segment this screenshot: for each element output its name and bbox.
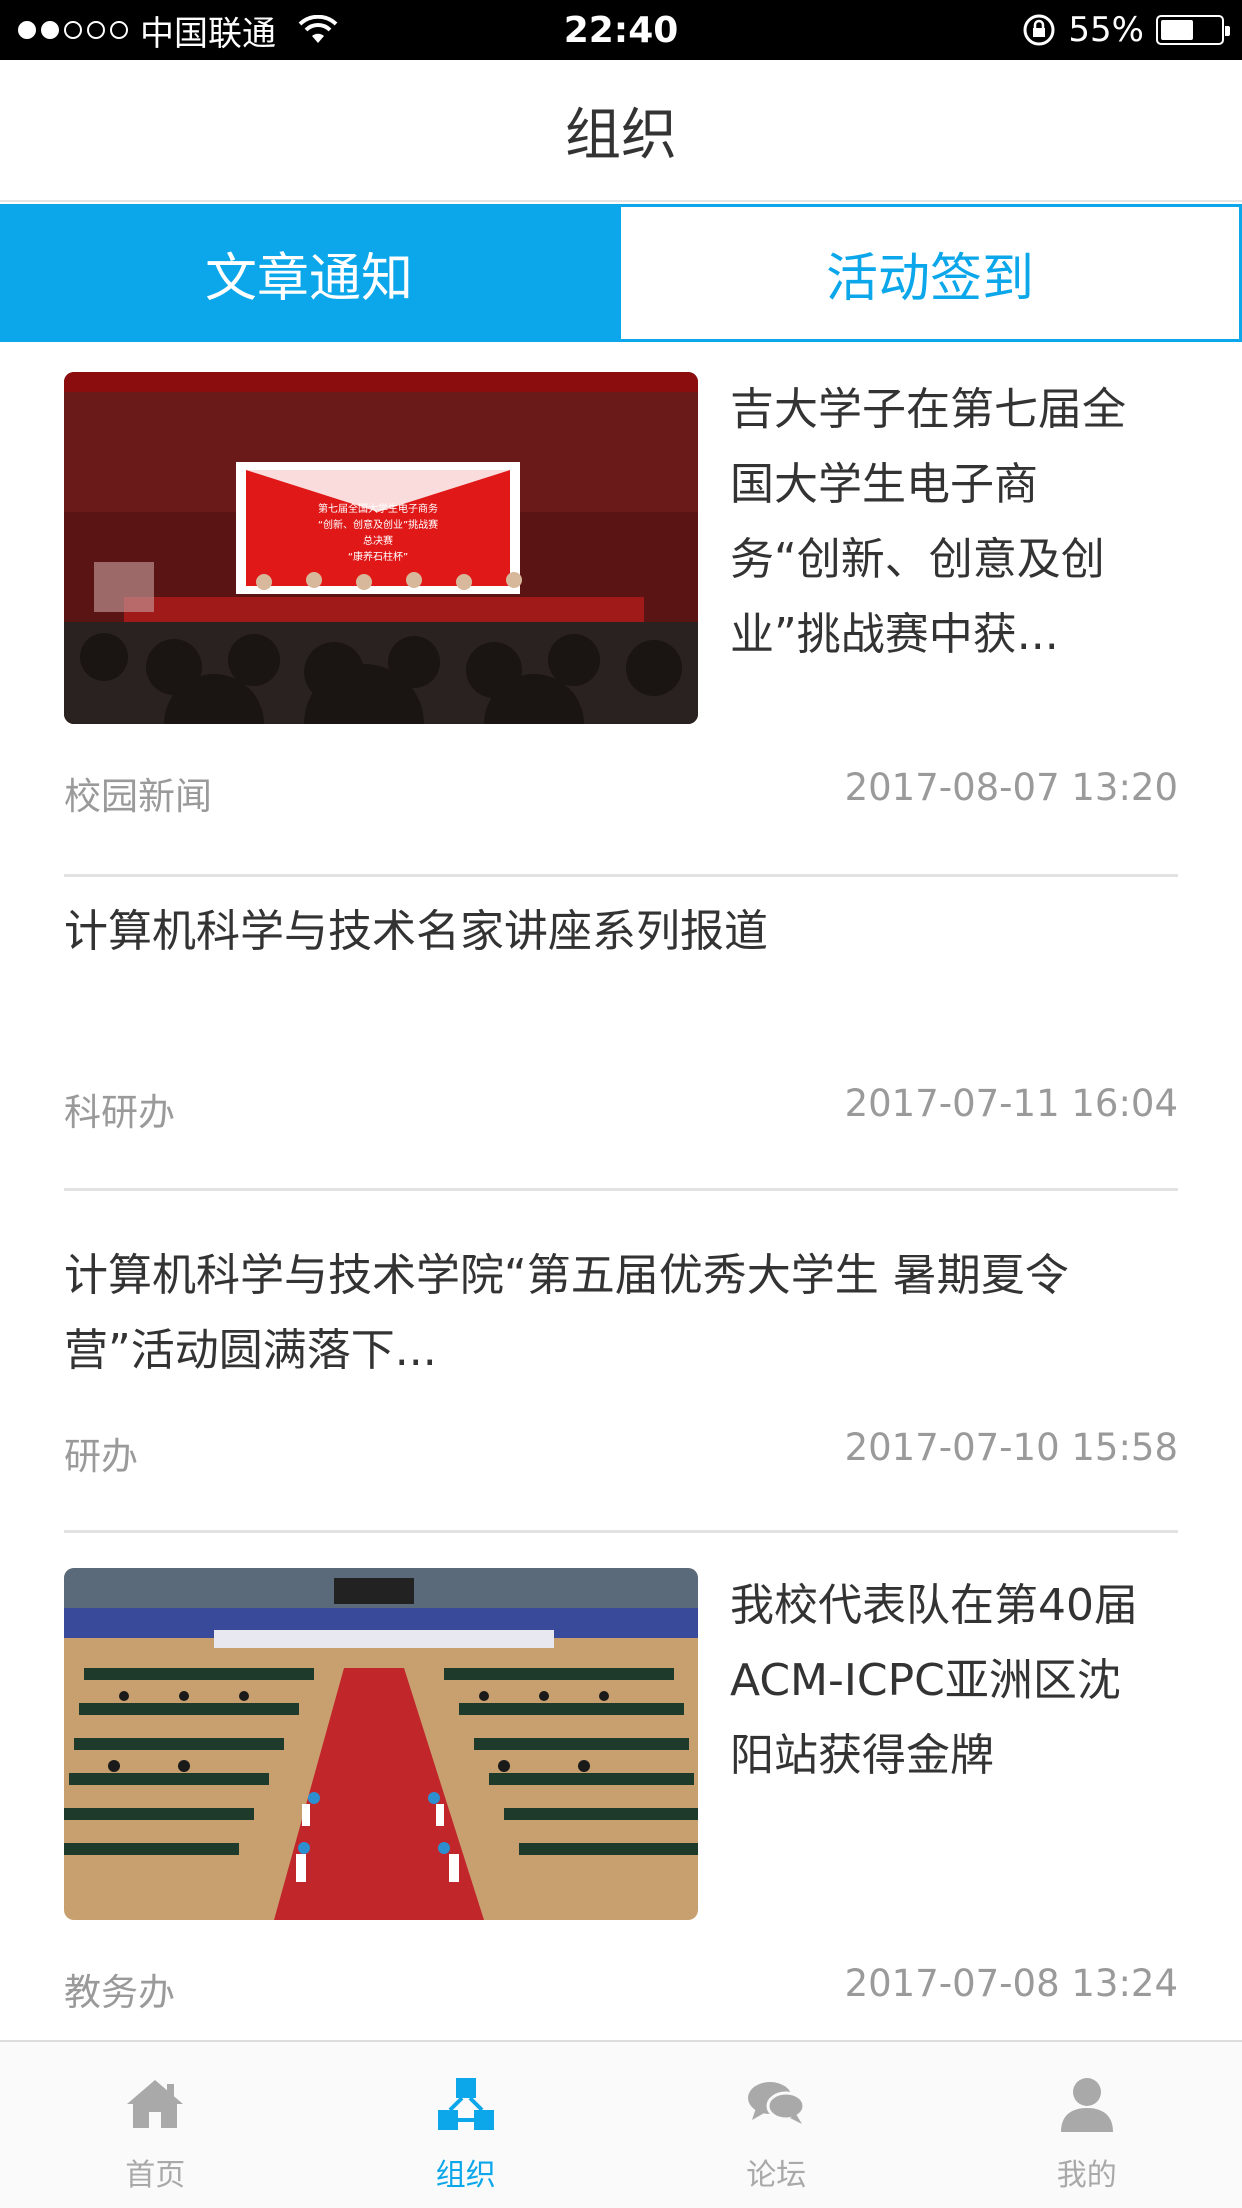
- article-title-line: 吉大学子在第七届全: [730, 384, 1126, 435]
- tab-activity-checkin[interactable]: 活动签到: [618, 204, 1242, 342]
- tabbar-item-forum[interactable]: 论坛: [621, 2042, 932, 2208]
- tabbar-label: 论坛: [746, 2158, 807, 2193]
- status-right: 55%: [1022, 0, 1230, 60]
- article-title-line: 我校代表队在第40届: [730, 1580, 1138, 1631]
- divider: [64, 874, 1178, 877]
- nav-header: 组织: [0, 60, 1242, 202]
- segmented-tabs: 文章通知 活动签到: [0, 204, 1242, 342]
- article-title-line: 营”活动圆满落下...: [64, 1325, 437, 1376]
- article-list[interactable]: 第七届全国大学生电子商务 “创新、创意及创业”挑战赛 总决赛 “康养石柱杯” 吉…: [0, 342, 1242, 2042]
- article-item[interactable]: 计算机科学与技术学院“第五届优秀大学生 暑期夏令 营”活动圆满落下... 研办 …: [64, 1230, 1178, 1533]
- article-date: 2017-07-11 16:04: [844, 1082, 1178, 1125]
- organization-icon: [437, 2078, 494, 2130]
- article-title-line: 国大学生电子商: [730, 459, 1038, 510]
- bottom-tab-bar: 首页 组织 论坛 我的: [0, 2040, 1242, 2208]
- article-source: 校园新闻: [64, 775, 212, 818]
- article-title: 计算机科学与技术学院“第五届优秀大学生 暑期夏令 营”活动圆满落下...: [64, 1238, 1178, 1388]
- tabbar-label: 首页: [125, 2158, 186, 2193]
- article-title-line: 计算机科学与技术名家讲座系列报道: [64, 906, 768, 957]
- article-date: 2017-07-08 13:24: [844, 1962, 1178, 2005]
- banner-line-3: 总决赛: [363, 534, 393, 547]
- chat-bubbles-icon: [748, 2082, 806, 2124]
- article-item[interactable]: 第七届全国大学生电子商务 “创新、创意及创业”挑战赛 总决赛 “康养石柱杯” 吉…: [64, 372, 1178, 877]
- user-icon: [1060, 2078, 1113, 2132]
- competition-hall-image: [64, 1568, 698, 1920]
- tabbar-item-home[interactable]: 首页: [0, 2042, 311, 2208]
- page-title: 组织: [565, 102, 677, 168]
- tab-article-notices[interactable]: 文章通知: [0, 204, 618, 342]
- article-title: 我校代表队在第40届 ACM-ICPC亚洲区沈 阳站获得金牌: [730, 1568, 1178, 1793]
- article-item[interactable]: 我校代表队在第40届 ACM-ICPC亚洲区沈 阳站获得金牌 教务办 2017-…: [64, 1568, 1178, 2042]
- article-item[interactable]: 计算机科学与技术名家讲座系列报道 科研办 2017-07-11 16:04: [64, 886, 1178, 1191]
- tabbar-item-organization[interactable]: 组织: [311, 2042, 622, 2208]
- article-title-line: ACM-ICPC亚洲区沈: [730, 1655, 1121, 1706]
- conference-hall-image: 第七届全国大学生电子商务 “创新、创意及创业”挑战赛 总决赛 “康养石柱杯”: [64, 372, 698, 724]
- article-meta: 科研办 2017-07-11 16:04: [64, 1082, 1178, 1136]
- tabbar-item-mine[interactable]: 我的: [932, 2042, 1242, 2208]
- article-title: 吉大学子在第七届全 国大学生电子商 务“创新、创意及创 业”挑战赛中获...: [730, 372, 1178, 672]
- article-meta: 研办 2017-07-10 15:58: [64, 1426, 1178, 1480]
- article-meta: 校园新闻 2017-08-07 13:20: [64, 766, 1178, 820]
- article-meta: 教务办 2017-07-08 13:24: [64, 1962, 1178, 2016]
- article-source: 研办: [64, 1435, 138, 1478]
- article-title-line: 计算机科学与技术学院“第五届优秀大学生 暑期夏令: [64, 1250, 1069, 1301]
- article-title-line: 业”挑战赛中获...: [730, 609, 1059, 660]
- article-source: 教务办: [64, 1971, 175, 2014]
- divider: [64, 1188, 1178, 1191]
- article-title: 计算机科学与技术名家讲座系列报道: [64, 894, 1178, 969]
- tabbar-label: 我的: [1056, 2158, 1117, 2193]
- article-title-line: 务“创新、创意及创: [730, 534, 1105, 585]
- article-source: 科研办: [64, 1091, 175, 1134]
- article-date: 2017-08-07 13:20: [844, 766, 1178, 809]
- status-bar: 中国联通 22:40 55%: [0, 0, 1242, 60]
- battery-percent: 55%: [1068, 10, 1144, 50]
- article-title-line: 阳站获得金牌: [730, 1730, 994, 1781]
- banner-line-2: “创新、创意及创业”挑战赛: [318, 518, 438, 531]
- divider: [64, 1530, 1178, 1533]
- banner-line-4: “康养石柱杯”: [348, 550, 408, 563]
- home-icon: [127, 2080, 184, 2128]
- orientation-lock-icon: [1023, 14, 1055, 46]
- article-date: 2017-07-10 15:58: [844, 1426, 1178, 1469]
- article-thumbnail: [64, 1568, 698, 1920]
- tabbar-label: 组织: [435, 2158, 496, 2193]
- banner-line-1: 第七届全国大学生电子商务: [318, 502, 438, 515]
- battery-icon: [1156, 15, 1230, 45]
- article-thumbnail: 第七届全国大学生电子商务 “创新、创意及创业”挑战赛 总决赛 “康养石柱杯”: [64, 372, 698, 724]
